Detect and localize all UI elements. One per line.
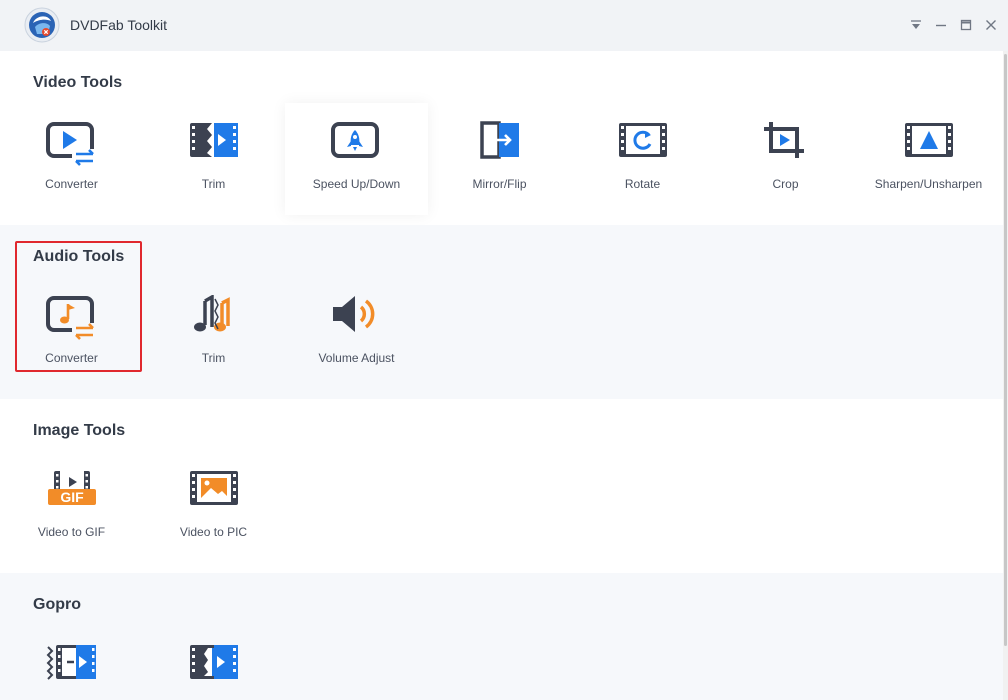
gopro-tool-1[interactable] [0,643,143,700]
audio-converter-tool[interactable]: Converter [0,295,143,373]
video-tools-section: Video Tools Converter Trim Speed Up/Down… [0,51,1003,225]
video-trim-tool[interactable]: Trim [142,121,285,199]
gopro-tool-2[interactable] [142,643,285,700]
speed-tool[interactable]: Speed Up/Down [285,103,428,215]
tool-label: Video to PIC [179,525,248,539]
scrollbar-thumb[interactable] [1004,54,1007,646]
tool-label: Sharpen/Unsharpen [874,177,983,191]
audio-tools-section: Audio Tools Converter Trim Volume Adjust [0,225,1003,399]
section-title: Video Tools [33,74,123,91]
vertical-scrollbar[interactable] [1003,51,1008,700]
menu-dropdown-icon[interactable] [907,16,925,34]
volume-icon [333,296,375,332]
tool-label: Speed Up/Down [312,177,401,191]
sharpen-tool[interactable]: Sharpen/Unsharpen [857,121,1000,199]
tool-label: Trim [201,351,226,365]
tool-label: Mirror/Flip [472,177,527,191]
volume-adjust-tool[interactable]: Volume Adjust [285,295,428,373]
video-converter-tool[interactable]: Converter [0,121,143,199]
tool-label: Rotate [624,177,661,191]
rotate-icon [619,123,667,157]
close-icon[interactable] [982,16,1000,34]
sharpen-icon [905,123,953,157]
video-to-gif-tool[interactable]: GIF Video to GIF [0,469,143,547]
rotate-tool[interactable]: Rotate [571,121,714,199]
gopro-tool-2-icon [190,645,238,679]
audio-trim-icon [194,295,230,332]
title-bar: DVDFab Toolkit [0,0,1008,51]
section-title: Image Tools [33,422,126,439]
gopro-tool-1-icon [46,645,96,680]
gif-badge-text: GIF [60,489,84,505]
tool-label: Converter [45,177,98,191]
maximize-icon[interactable] [957,16,975,34]
minimize-icon[interactable] [932,16,950,34]
picture-icon [190,471,238,505]
video-converter-icon [46,122,96,166]
app-logo-icon [24,7,60,43]
tool-label: Converter [45,351,98,365]
tool-label: Trim [201,177,226,191]
crop-icon [764,122,804,158]
crop-tool[interactable]: Crop [714,121,857,199]
tool-label: Video to GIF [37,525,106,539]
tool-label: Crop [772,177,799,191]
image-tools-section: Image Tools GIF Video to GIF Video to PI… [0,399,1003,573]
section-title: Audio Tools [33,248,125,265]
mirror-flip-icon [480,121,519,159]
audio-trim-tool[interactable]: Trim [142,295,285,373]
gopro-section: Gopro [0,573,1003,700]
audio-converter-icon [46,296,96,340]
mirror-flip-tool[interactable]: Mirror/Flip [428,121,571,199]
section-title: Gopro [33,596,81,613]
tools-content: Video Tools Converter Trim Speed Up/Down… [0,51,1003,700]
video-trim-icon [190,123,238,157]
video-to-pic-tool[interactable]: Video to PIC [142,469,285,547]
tool-label: Volume Adjust [318,351,395,365]
speed-rocket-icon [331,122,379,158]
app-title: DVDFab Toolkit [70,17,168,33]
